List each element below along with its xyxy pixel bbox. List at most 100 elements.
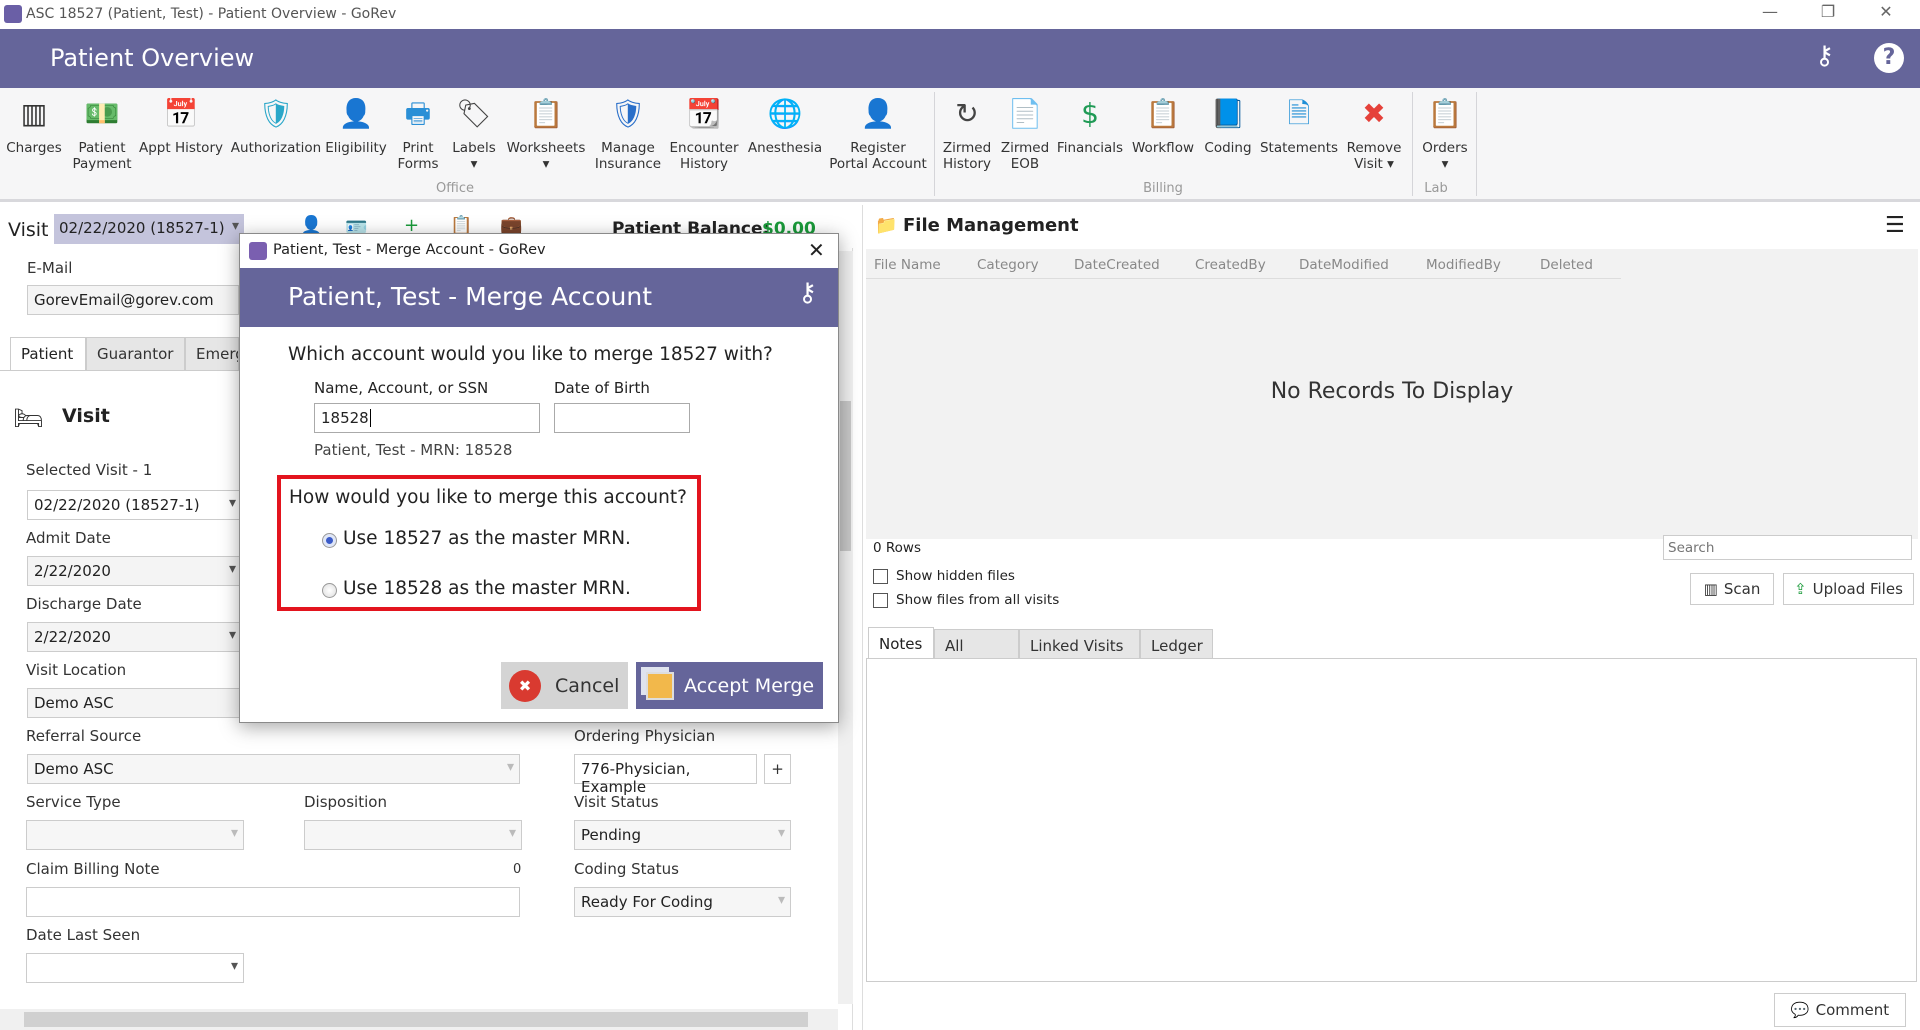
column-file-name[interactable]: File Name [874, 257, 941, 273]
tab-guarantor[interactable]: Guarantor [86, 337, 185, 371]
search-input[interactable] [1663, 535, 1912, 560]
horizontal-scrollbar[interactable] [0, 1009, 838, 1030]
visit-location-field[interactable]: Demo ASC [27, 688, 242, 718]
dollar-icon: $ [1081, 97, 1099, 130]
barcode-icon: ▥ [20, 97, 48, 130]
keys-icon[interactable]: ⚷ [1815, 41, 1834, 71]
admit-date-field[interactable]: 2/22/2020 [27, 556, 242, 586]
minimize-button[interactable]: — [1750, 2, 1790, 26]
coding-status-label: Coding Status [574, 860, 679, 878]
discharge-date-field[interactable]: 2/22/2020 [27, 622, 242, 652]
ribbon-button-charges[interactable]: ▥ Charges [6, 94, 61, 157]
comment-button[interactable]: 💬 Comment [1774, 993, 1906, 1027]
visit-status-select[interactable]: Pending [574, 820, 791, 850]
column-deleted[interactable]: Deleted [1540, 257, 1593, 273]
column-created-by[interactable]: CreatedBy [1195, 257, 1266, 273]
column-modified-by[interactable]: ModifiedBy [1426, 257, 1501, 273]
email-field[interactable]: GorevEmail@gorev.com [27, 285, 239, 315]
ribbon-button-label: Orders ▾ [1422, 140, 1468, 172]
accept-merge-button[interactable]: Accept Merge [636, 662, 823, 709]
eob-icon: 📄 [1007, 97, 1043, 130]
tab-notes[interactable]: Notes [868, 627, 934, 659]
ribbon-button-zirmed[interactable]: ↻ Zirmed History [943, 94, 991, 173]
ribbon-button-financials[interactable]: $ Financials [1057, 94, 1123, 157]
search-label: Name, Account, or SSN [314, 379, 489, 397]
ribbon-button-statements[interactable]: 🗎 Statements [1260, 94, 1338, 157]
barcode-icon: ▥ [1703, 580, 1718, 598]
admit-date-label: Admit Date [26, 529, 111, 547]
master-18528-radio[interactable] [322, 583, 337, 598]
dob-input[interactable] [554, 403, 690, 433]
visit-section-title: Visit [62, 405, 110, 427]
ribbon-button-labels[interactable]: 🏷 Labels ▾ [452, 94, 495, 173]
referral-source-select[interactable]: Demo ASC [27, 754, 520, 784]
claim-billing-note-field[interactable] [26, 887, 520, 917]
master-18528-label[interactable]: Use 18528 as the master MRN. [343, 578, 631, 599]
dialog-close-button[interactable]: ✕ [808, 238, 825, 262]
ribbon-button-coding[interactable]: 📘 Coding [1204, 94, 1251, 157]
master-18527-radio[interactable] [322, 533, 337, 548]
add-physician-button[interactable]: + [764, 754, 791, 784]
calendar-clock-icon: 📅 [163, 97, 199, 130]
column-category[interactable]: Category [977, 257, 1039, 273]
ribbon-button-workflow[interactable]: 📋 Workflow [1132, 94, 1194, 157]
ribbon-button-appt-history[interactable]: 📅 Appt History [139, 94, 223, 157]
scan-button[interactable]: ▥ Scan [1690, 573, 1774, 605]
visit-status-label: Visit Status [574, 793, 659, 811]
date-last-seen-select[interactable] [26, 953, 244, 983]
ribbon-button-register[interactable]: 👤 Register Portal Account [829, 94, 927, 173]
visit-select[interactable]: 02/22/2020 (18527-1) [54, 214, 244, 244]
ribbon-separator [1412, 92, 1413, 196]
ribbon-button-anesthesia[interactable]: 🌐 Anesthesia [748, 94, 822, 157]
payment-icon: 💵 [84, 97, 120, 130]
discharge-date-label: Discharge Date [26, 595, 142, 613]
coding-status-select[interactable]: Ready For Coding [574, 887, 791, 917]
ribbon-toolbar: ▥ Charges 💵 Patient Payment 📅 Appt History 🛡 Au… [0, 88, 1920, 202]
close-window-button[interactable]: ✕ [1866, 2, 1906, 26]
upload-files-button[interactable]: ⇪ Upload Files [1783, 573, 1914, 605]
ribbon-button-authorization[interactable]: 🛡 Authorization [230, 94, 322, 157]
ribbon-button-label: Worksheets ▾ [506, 140, 586, 172]
dialog-titlebar: Patient, Test - Merge Account - GoRev ✕ [240, 234, 838, 268]
ordering-physician-field[interactable]: 776-Physician, Example [574, 754, 757, 796]
scrollbar-thumb[interactable] [24, 1012, 808, 1027]
master-18527-label[interactable]: Use 18527 as the master MRN. [343, 528, 631, 549]
ribbon-button-orders[interactable]: 📋 Orders ▾ [1422, 94, 1468, 173]
tab-linked-visits[interactable]: Linked Visits [1019, 629, 1140, 659]
restore-button[interactable]: ❐ [1808, 2, 1848, 26]
selected-visit-select[interactable]: 02/22/2020 (18527-1) [27, 490, 242, 520]
dialog-header: Patient, Test - Merge Account ⚷ [240, 268, 838, 327]
ribbon-button-print[interactable]: 🖶 Print Forms [397, 94, 438, 173]
column-date-created[interactable]: DateCreated [1074, 257, 1160, 273]
disposition-select[interactable] [304, 820, 522, 850]
ribbon-button-worksheets[interactable]: 📋 Worksheets ▾ [506, 94, 586, 173]
menu-icon[interactable]: ☰ [1885, 213, 1905, 238]
tab-patient[interactable]: Patient [10, 337, 86, 371]
ribbon-button-label: Authorization [230, 140, 322, 156]
empty-message: No Records To Display [1270, 379, 1514, 404]
ribbon-button-encounter[interactable]: 📆 Encounter History [669, 94, 738, 173]
ribbon-button-eligibility[interactable]: 👤 Eligibility [325, 94, 386, 157]
service-type-select[interactable] [26, 820, 244, 850]
ribbon-button-patient[interactable]: 💵 Patient Payment [72, 94, 132, 173]
tab-all-notes[interactable]: All Notes [934, 629, 1019, 673]
ribbon-button-manage[interactable]: 🛡 Manage Insurance [595, 94, 661, 173]
ribbon-button-zirmed[interactable]: 📄 Zirmed EOB [1001, 94, 1049, 173]
tab-emergency[interactable]: Emerg [185, 337, 239, 371]
file-management-panel: 📁 File Management ☰ File Name Category D… [862, 205, 1920, 1030]
show-all-visits-checkbox[interactable] [873, 593, 888, 608]
workflow-icon: 📋 [1145, 97, 1181, 130]
visit-location-value: Demo ASC [34, 694, 114, 712]
tab-ledger[interactable]: Ledger [1140, 629, 1213, 659]
vertical-scrollbar[interactable] [838, 251, 853, 1004]
column-date-modified[interactable]: DateModified [1299, 257, 1389, 273]
cancel-button[interactable]: ✖ Cancel [501, 662, 628, 709]
scrollbar-thumb[interactable] [840, 401, 851, 551]
ribbon-separator [934, 92, 935, 196]
help-icon[interactable]: ? [1874, 43, 1904, 73]
show-hidden-checkbox[interactable] [873, 569, 888, 584]
account-search-input[interactable]: 18528 [314, 403, 540, 433]
ribbon-button-label: Patient Payment [72, 140, 132, 172]
ribbon-button-remove[interactable]: ✖ Remove Visit ▾ [1347, 94, 1402, 173]
discharge-date-value: 2/22/2020 [34, 628, 111, 646]
